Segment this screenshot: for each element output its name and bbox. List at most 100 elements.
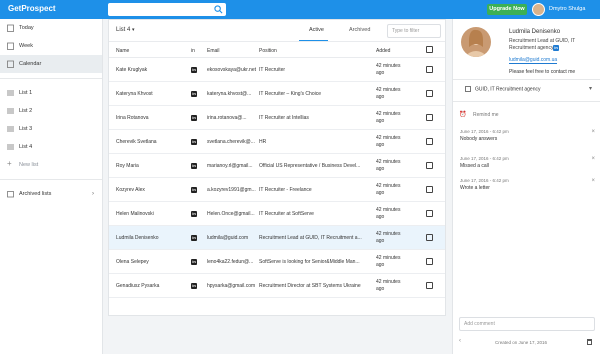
sidebar-item-label: List 2 [19, 108, 33, 114]
row-checkbox[interactable] [426, 282, 433, 289]
note-item: June 17, 2016 - 6:42 pm Missed a call × [460, 156, 595, 169]
linkedin-icon[interactable]: in [553, 45, 559, 51]
search-input[interactable] [108, 3, 226, 16]
sidebar-item-calendar[interactable]: Calendar [0, 55, 102, 73]
linkedin-icon[interactable]: in [191, 283, 197, 289]
row-checkbox[interactable] [426, 210, 433, 217]
sidebar-item-today[interactable]: Today [0, 19, 102, 37]
col-email[interactable]: Email [207, 48, 220, 54]
list-selector[interactable]: List 4 ▾ [116, 27, 135, 33]
user-name[interactable]: Dmytro Shulga [549, 6, 585, 12]
cell-email: irina.rotanova@... [207, 115, 247, 121]
cell-position: Recruitment Lead at GUID, IT Recruitment… [259, 235, 362, 241]
cell-name: Helen Malinovski [116, 211, 154, 217]
row-checkbox[interactable] [426, 138, 433, 145]
close-icon[interactable]: × [591, 156, 595, 162]
cell-added: 42 minutes ago [376, 183, 401, 196]
linkedin-icon[interactable]: in [191, 139, 197, 145]
row-checkbox[interactable] [426, 90, 433, 97]
table-row[interactable]: Olena Selepey in lenо4ka22.fedun@... SoftSe… [109, 250, 445, 274]
sidebar-item-label: Today [19, 25, 34, 31]
sidebar-item-list-3[interactable]: List 3 [0, 120, 102, 138]
select-all-checkbox[interactable] [426, 46, 433, 53]
row-checkbox[interactable] [426, 258, 433, 265]
sidebar-item-list-1[interactable]: List 1 [0, 84, 102, 102]
alarm-icon: ⏰ [459, 112, 467, 118]
sidebar-item-label: List 3 [19, 126, 33, 132]
cell-email: ludmila@guid.com [207, 235, 249, 241]
sidebar-item-week[interactable]: Week [0, 37, 102, 55]
linkedin-icon[interactable]: in [191, 163, 197, 169]
plus-icon: + [7, 159, 12, 168]
profile-panel: Ludmila Denisenko Recruitment Lead at GU… [452, 19, 600, 354]
col-in[interactable]: in [191, 48, 195, 54]
table-row[interactable]: Helen Malinovski in Helen.Once@gmail... IT … [109, 202, 445, 226]
new-list-button[interactable]: + New list [0, 156, 102, 174]
linkedin-icon[interactable]: in [191, 67, 197, 73]
table-row[interactable]: Cherevik Svetlana in svetlana.cherevik@...… [109, 130, 445, 154]
cell-email: ekosovskaya@ukr.net [207, 67, 256, 73]
cell-name: Kate Kruglyak [116, 67, 148, 73]
search-icon[interactable] [214, 5, 223, 14]
row-checkbox[interactable] [426, 186, 433, 193]
list-selector-label: List 4 [116, 27, 131, 33]
table-row[interactable]: Kozyrev Alex in a.kozyrev1991@gm... IT Recr… [109, 178, 445, 202]
list-icon [7, 144, 14, 150]
add-comment-input[interactable]: Add comment [459, 317, 595, 331]
linkedin-icon[interactable]: in [191, 211, 197, 217]
cell-added: 42 minutes ago [376, 279, 401, 292]
row-checkbox[interactable] [426, 234, 433, 241]
upgrade-button[interactable]: Upgrade Now [487, 4, 527, 15]
col-added[interactable]: Added [376, 48, 390, 54]
add-comment-placeholder: Add comment [464, 321, 495, 327]
tab-archived-label: Archived [349, 27, 371, 33]
cell-name: Cherevik Svetlana [116, 139, 157, 145]
table-body: Kate Kruglyak in ekosovskaya@ukr.net IT Rec… [109, 58, 445, 298]
linkedin-icon[interactable]: in [191, 115, 197, 121]
tab-archived[interactable]: Archived [349, 27, 370, 33]
user-avatar[interactable] [532, 3, 545, 16]
calendar-icon [7, 24, 14, 32]
row-checkbox[interactable] [426, 162, 433, 169]
cell-name: Irina Rotanova [116, 115, 149, 121]
chevron-left-icon[interactable]: ‹ [459, 338, 461, 344]
company-row[interactable]: GUID, IT Recruitment agency [465, 86, 541, 92]
cell-name: Ludmila Denisenko [116, 235, 159, 241]
chevron-down-icon[interactable]: ▾ [589, 85, 592, 92]
divider [0, 179, 102, 180]
row-checkbox[interactable] [426, 114, 433, 121]
sidebar-item-list-2[interactable]: List 2 [0, 102, 102, 120]
linkedin-icon[interactable]: in [191, 259, 197, 265]
archived-lists-item[interactable]: Archived lists › [0, 185, 102, 203]
close-icon[interactable]: × [591, 129, 595, 135]
linkedin-icon[interactable]: in [191, 235, 197, 241]
remind-me-button[interactable]: Remind me [473, 112, 499, 118]
cell-name: Genadiusz Pysarka [116, 283, 160, 289]
profile-email-link[interactable]: ludmila@guid.com.ua [509, 57, 558, 64]
trash-icon[interactable] [587, 339, 592, 345]
row-checkbox[interactable] [426, 66, 433, 73]
table-row[interactable]: Irina Rotanova in irina.rotanova@... IT Rec… [109, 106, 445, 130]
filter-input[interactable]: Type to filter [387, 24, 441, 38]
linkedin-icon[interactable]: in [191, 91, 197, 97]
linkedin-icon[interactable]: in [191, 187, 197, 193]
divider [453, 101, 600, 102]
tab-underline [299, 40, 328, 41]
col-position[interactable]: Position [259, 48, 277, 54]
top-bar: GetProspect Upgrade Now Dmytro Shulga [0, 0, 600, 19]
cell-added: 42 minutes ago [376, 87, 401, 100]
table-row[interactable]: Genadiusz Pysarka in hpysarka@gmail.com Rec… [109, 274, 445, 298]
table-row[interactable]: Kate Kruglyak in ekosovskaya@ukr.net IT Rec… [109, 58, 445, 82]
cell-email: a.kozyrev1991@gm... [207, 187, 256, 193]
table-row[interactable]: Roy Maria in marianoy.rl@gmail... Official … [109, 154, 445, 178]
col-name[interactable]: Name [116, 48, 129, 54]
table-row[interactable]: Ludmila Denisenko in ludmila@guid.com Recru… [109, 226, 445, 250]
table-row[interactable]: Kateryna Khvost in kateryna.khvost@... IT R… [109, 82, 445, 106]
tab-active[interactable]: Active [299, 27, 328, 41]
close-icon[interactable]: × [591, 178, 595, 184]
cell-added: 42 minutes ago [376, 255, 401, 268]
created-date: Created on June 17, 2016 [495, 340, 548, 345]
app-logo[interactable]: GetProspect [8, 4, 56, 13]
note-text: Nobody answers [460, 136, 498, 142]
sidebar-item-list-4[interactable]: List 4 [0, 138, 102, 156]
